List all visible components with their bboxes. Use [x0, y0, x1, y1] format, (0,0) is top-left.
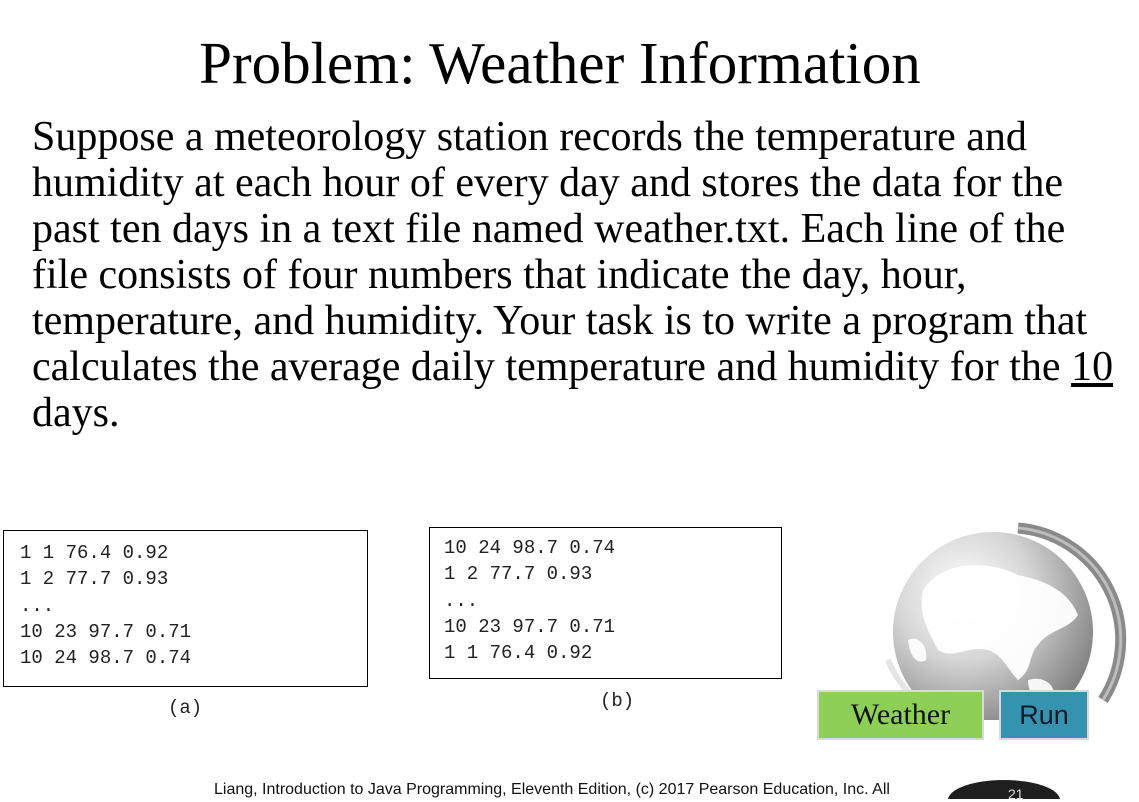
description-underlined-number: 10: [1071, 344, 1114, 390]
data-line: 1 2 77.7 0.93: [444, 563, 593, 586]
data-line: ...: [20, 594, 55, 617]
description-text-end: days.: [32, 390, 120, 436]
page-number-badge: [948, 780, 1060, 799]
data-line: 10 24 98.7 0.74: [444, 537, 616, 559]
slide-title: Problem: Weather Information: [199, 30, 921, 96]
data-box-a: 1 1 76.4 0.92 1 2 77.7 0.93 ... 10 23 97…: [3, 530, 368, 687]
data-line: ...: [444, 589, 479, 612]
data-box-b: 10 24 98.7 0.74 1 2 77.7 0.93 ... 10 23 …: [429, 527, 782, 679]
caption-b: (b): [600, 690, 635, 712]
data-line: 1 1 76.4 0.92: [20, 542, 169, 564]
page-number: 21: [1008, 786, 1024, 802]
problem-description: Suppose a meteorology station records th…: [32, 114, 1127, 436]
caption-a: (a): [168, 697, 203, 719]
data-line: 10 23 97.7 0.71: [444, 615, 616, 638]
footer-copyright: Liang, Introduction to Java Programming,…: [214, 781, 890, 798]
data-line: 1 2 77.7 0.93: [20, 568, 169, 591]
data-line: 10 23 97.7 0.71: [20, 620, 192, 643]
data-line: 10 24 98.7 0.74: [20, 647, 192, 670]
weather-button[interactable]: Weather: [817, 690, 984, 740]
description-text: Suppose a meteorology station records th…: [32, 114, 1088, 390]
run-button[interactable]: Run: [999, 690, 1089, 740]
data-line: 1 1 76.4 0.92: [444, 642, 593, 665]
